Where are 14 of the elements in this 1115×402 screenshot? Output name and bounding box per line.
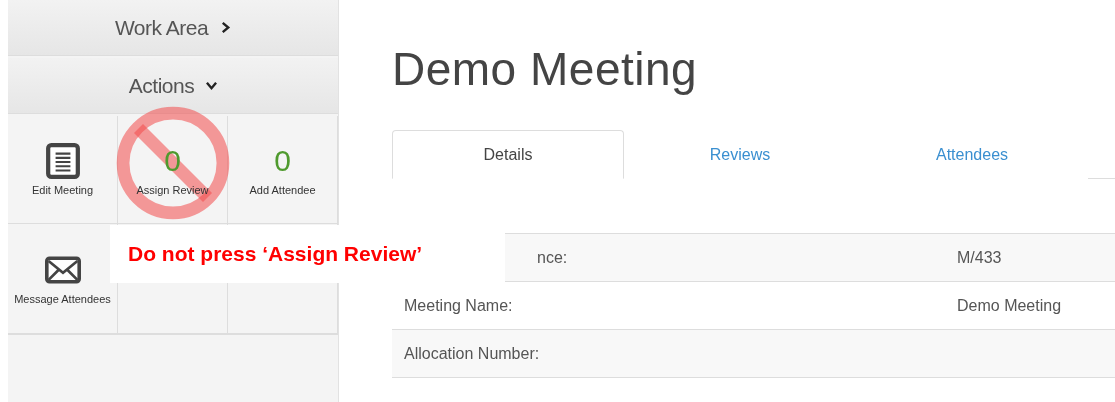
field-value: M/433 xyxy=(957,248,1002,267)
field-label: Meeting Name: xyxy=(403,296,514,315)
field-label: Allocation Number: xyxy=(403,344,541,363)
action-tile[interactable]: Message Attendees xyxy=(8,224,118,334)
chevron-down-icon xyxy=(206,80,218,91)
chevron-right-icon xyxy=(220,22,232,33)
field-value: Demo Meeting xyxy=(957,296,1062,315)
count-text: 0 xyxy=(274,142,291,179)
document-icon xyxy=(44,142,81,179)
action-tile[interactable]: 0 Add Attendee xyxy=(228,116,338,224)
tab[interactable]: Details xyxy=(392,130,624,179)
action-tile[interactable]: Edit Meeting xyxy=(8,116,118,224)
page-title: Demo Meeting xyxy=(392,42,699,96)
warning-callout: Do not press ‘Assign Review’ xyxy=(110,225,505,283)
